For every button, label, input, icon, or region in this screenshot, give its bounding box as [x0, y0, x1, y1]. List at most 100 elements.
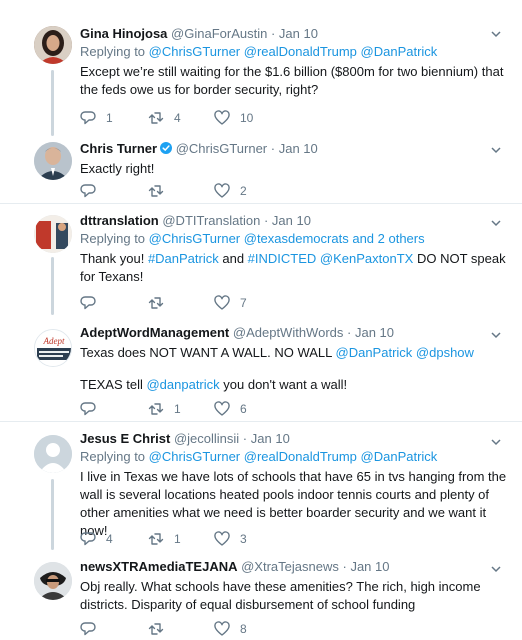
mention-link[interactable]: @KenPaxtonTX: [320, 251, 413, 266]
tweet-adeptwordmanagement[interactable]: Adept AdeptWordManagement @AdeptWithWord…: [0, 315, 522, 422]
thread-line: [51, 479, 54, 550]
tweet-newsxtramediatejana[interactable]: newsXTRAmediaTEJANA @XtraTejasnews · Jan…: [0, 550, 522, 640]
reply-icon: [80, 184, 96, 198]
avatar[interactable]: [34, 215, 72, 253]
like-button[interactable]: 2: [214, 182, 247, 200]
tweet-paragraph: Thank you! #DanPatrick and #INDICTED @Ke…: [80, 250, 508, 286]
replying-to-label: Replying to: [80, 231, 146, 246]
mention-link[interactable]: @DanPatrick: [361, 449, 438, 464]
user-handle[interactable]: @GinaForAustin: [171, 26, 267, 41]
verified-badge-icon: [160, 142, 173, 154]
reply-button[interactable]: 1: [80, 109, 113, 127]
tweet-text-segment: TEXAS tell: [80, 377, 147, 392]
mention-link[interactable]: @realDonaldTrump: [244, 44, 357, 59]
tweet-text-segment: Exactly right!: [80, 161, 155, 176]
avatar[interactable]: [34, 26, 72, 64]
retweet-button[interactable]: 1: [148, 400, 181, 418]
reply-button[interactable]: [80, 182, 106, 200]
like-button[interactable]: 8: [214, 620, 247, 638]
user-name[interactable]: dttranslation: [80, 213, 159, 228]
tweet-chris-turner[interactable]: Chris Turner @ChrisGTurner · Jan 10 Exac…: [0, 136, 522, 204]
mention-link[interactable]: @ChrisGTurner: [149, 44, 240, 59]
tweet-text: Exactly right!: [80, 160, 508, 178]
mention-link[interactable]: @texasdemocrats: [244, 231, 349, 246]
retweet-icon: [148, 533, 164, 545]
user-handle[interactable]: @DTITranslation: [162, 213, 260, 228]
retweet-button[interactable]: [148, 620, 174, 638]
tweet-dttranslation[interactable]: dttranslation @DTITranslation · Jan 10 R…: [0, 205, 522, 315]
tweet-paragraph: Exactly right!: [80, 160, 508, 178]
mention-link[interactable]: @dpshow: [416, 345, 474, 360]
hashtag-link[interactable]: #DanPatrick: [148, 251, 219, 266]
tweet-date[interactable]: Jan 10: [272, 213, 311, 228]
tweet-text: Obj really. What schools have these amen…: [80, 578, 508, 614]
like-button[interactable]: 10: [214, 109, 253, 127]
thread-line: [51, 257, 54, 315]
replying-to-label: Replying to: [80, 449, 146, 464]
reply-icon: [80, 296, 96, 310]
avatar[interactable]: [34, 142, 72, 180]
reply-count: 4: [106, 532, 113, 546]
retweet-button[interactable]: [148, 182, 174, 200]
reply-button[interactable]: 4: [80, 530, 113, 548]
retweet-button[interactable]: [148, 294, 174, 312]
tweet-jesus-e-christ[interactable]: Jesus E Christ @jecollinsii · Jan 10 Rep…: [0, 423, 522, 550]
mention-link[interactable]: @realDonaldTrump: [244, 449, 357, 464]
user-handle[interactable]: @ChrisGTurner: [176, 141, 267, 156]
tweet-actions: 7: [80, 294, 380, 312]
retweet-count: 1: [174, 402, 181, 416]
retweet-button[interactable]: 1: [148, 530, 181, 548]
like-count: 10: [240, 111, 254, 125]
retweet-icon: [148, 112, 164, 124]
others-link[interactable]: and 2 others: [352, 231, 424, 246]
avatar[interactable]: [34, 435, 72, 473]
tweet-actions: 8: [80, 620, 380, 638]
tweet-actions: 1 6: [80, 400, 380, 418]
like-count: 8: [240, 622, 247, 636]
tweet-text: Except we’re still waiting for the $1.6 …: [80, 63, 508, 99]
mention-link[interactable]: @DanPatrick: [361, 44, 438, 59]
retweet-button[interactable]: 4: [148, 109, 181, 127]
avatar[interactable]: [34, 562, 72, 600]
tweet-date[interactable]: Jan 10: [279, 141, 318, 156]
user-handle[interactable]: @jecollinsii: [174, 431, 239, 446]
tweet-actions: 1 4 10: [80, 109, 380, 127]
mention-link[interactable]: @danpatrick: [146, 377, 219, 392]
user-name[interactable]: AdeptWordManagement: [80, 325, 229, 340]
reply-icon: [80, 402, 96, 416]
like-icon: [214, 183, 230, 198]
user-handle[interactable]: @AdeptWithWords: [233, 325, 344, 340]
tweet-date[interactable]: Jan 10: [350, 559, 389, 574]
like-button[interactable]: 6: [214, 400, 247, 418]
tweet-text: Thank you! #DanPatrick and #INDICTED @Ke…: [80, 250, 508, 286]
user-name[interactable]: Jesus E Christ: [80, 431, 170, 446]
tweet-text-segment: and: [218, 251, 248, 266]
user-handle[interactable]: @XtraTejasnews: [241, 559, 339, 574]
hashtag-link[interactable]: #INDICTED: [248, 251, 317, 266]
user-name[interactable]: Gina Hinojosa: [80, 26, 167, 41]
tweet-gina-hinojosa[interactable]: Gina Hinojosa @GinaForAustin · Jan 10 Re…: [0, 0, 522, 136]
mention-link[interactable]: @DanPatrick: [336, 345, 413, 360]
like-button[interactable]: 7: [214, 294, 247, 312]
tweet-paragraph: TEXAS tell @danpatrick you don't want a …: [80, 376, 508, 394]
like-button[interactable]: 3: [214, 530, 247, 548]
mention-link[interactable]: @ChrisGTurner: [149, 449, 240, 464]
reply-button[interactable]: [80, 294, 106, 312]
replying-to: Replying to @ChrisGTurner @realDonaldTru…: [80, 43, 508, 61]
tweet-date[interactable]: Jan 10: [279, 26, 318, 41]
reply-count: 1: [106, 111, 113, 125]
tweet-actions: 4 1 3: [80, 530, 380, 548]
separator-dot: ·: [347, 325, 352, 340]
mention-link[interactable]: @ChrisGTurner: [149, 231, 240, 246]
reply-button[interactable]: [80, 620, 106, 638]
tweet-paragraph: Texas does NOT WANT A WALL. NO WALL @Dan…: [80, 344, 508, 362]
reply-button[interactable]: [80, 400, 106, 418]
tweet-text-segment: Except we’re still waiting for the $1.6 …: [80, 64, 508, 97]
tweet-date[interactable]: Jan 10: [355, 325, 394, 340]
tweet-date[interactable]: Jan 10: [251, 431, 290, 446]
separator-dot: ·: [270, 26, 276, 41]
user-name[interactable]: Chris Turner: [80, 141, 157, 156]
user-name[interactable]: newsXTRAmediaTEJANA: [80, 559, 237, 574]
avatar[interactable]: Adept: [34, 329, 72, 367]
tweet-paragraph: Obj really. What schools have these amen…: [80, 578, 508, 614]
